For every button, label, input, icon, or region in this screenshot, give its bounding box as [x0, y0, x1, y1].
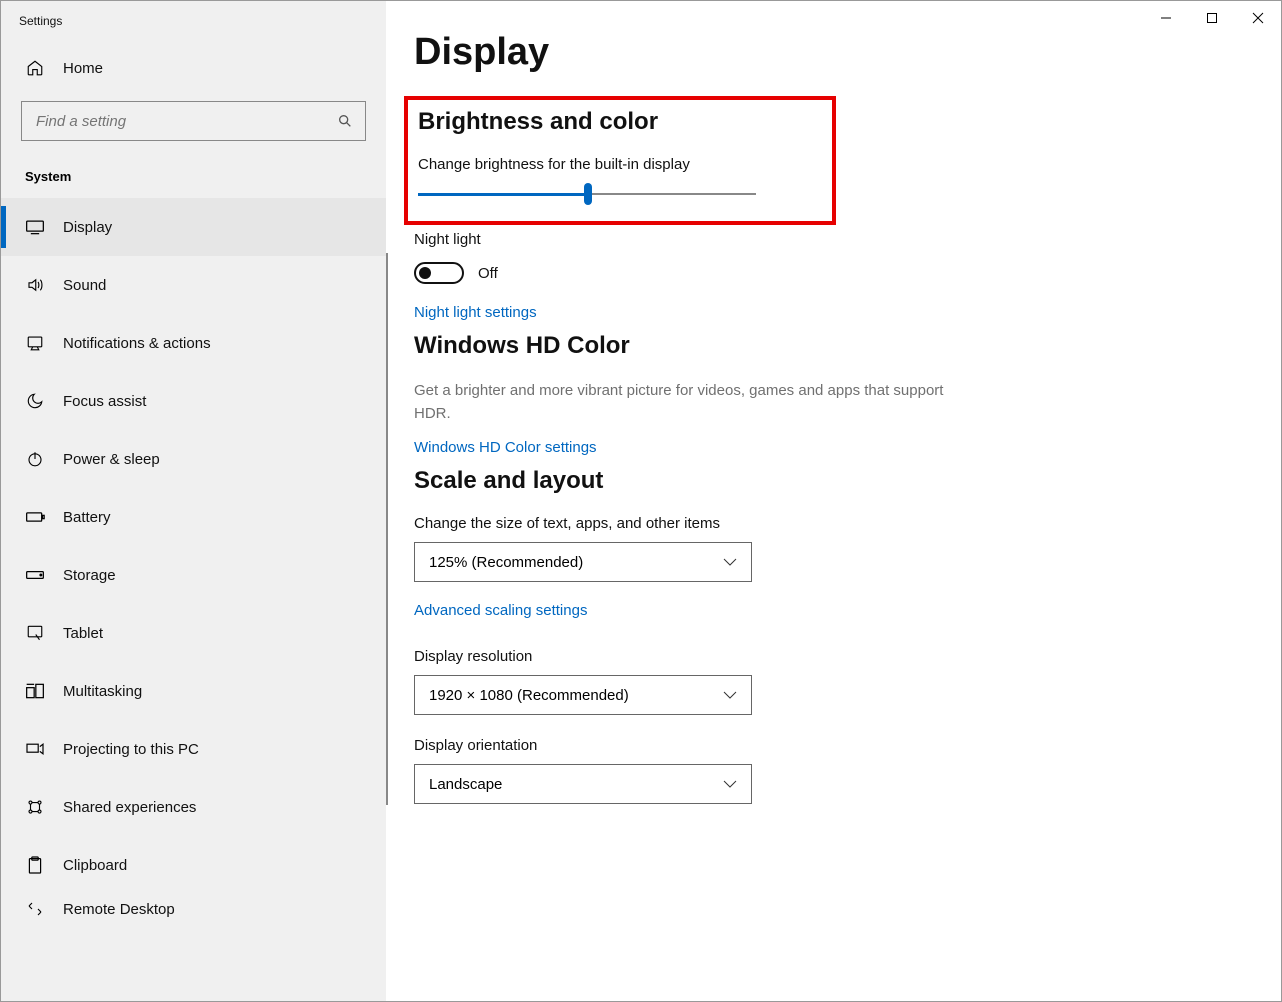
sidebar-item-projecting[interactable]: Projecting to this PC: [1, 720, 386, 778]
home-icon: [25, 59, 45, 77]
battery-icon: [25, 511, 45, 523]
minimize-button[interactable]: [1143, 1, 1189, 35]
sidebar-item-label: Projecting to this PC: [63, 741, 199, 758]
sidebar-item-remotedesktop[interactable]: Remote Desktop: [1, 894, 386, 924]
sidebar-item-tablet[interactable]: Tablet: [1, 604, 386, 662]
shared-icon: [25, 798, 45, 816]
sidebar-item-notifications[interactable]: Notifications & actions: [1, 314, 386, 372]
sidebar-item-multitasking[interactable]: Multitasking: [1, 662, 386, 720]
notifications-icon: [25, 334, 45, 352]
sidebar-nav: Display Sound Notifications & actions Fo…: [1, 198, 386, 1001]
night-light-state: Off: [478, 265, 498, 282]
orientation-dropdown[interactable]: Landscape: [414, 764, 752, 804]
tablet-icon: [25, 624, 45, 642]
search-icon: [325, 113, 365, 129]
scale-dropdown[interactable]: 125% (Recommended): [414, 542, 752, 582]
page-title: Display: [414, 31, 1251, 74]
sidebar-item-shared[interactable]: Shared experiences: [1, 778, 386, 836]
maximize-button[interactable]: [1189, 1, 1235, 35]
remote-icon: [25, 900, 45, 918]
sidebar-item-label: Power & sleep: [63, 451, 160, 468]
highlight-brightness-box: Brightness and color Change brightness f…: [404, 96, 836, 225]
hd-description: Get a brighter and more vibrant picture …: [414, 380, 964, 425]
home-label: Home: [63, 60, 103, 77]
orientation-label: Display orientation: [414, 737, 1251, 754]
chevron-down-icon: [723, 691, 737, 699]
sidebar-item-battery[interactable]: Battery: [1, 488, 386, 546]
content-pane: Display Brightness and color Change brig…: [386, 1, 1281, 1001]
scale-value: 125% (Recommended): [429, 554, 583, 571]
sidebar-item-storage[interactable]: Storage: [1, 546, 386, 604]
category-header: System: [1, 155, 386, 198]
sidebar-item-label: Clipboard: [63, 857, 127, 874]
resolution-label: Display resolution: [414, 648, 1251, 665]
chevron-down-icon: [723, 780, 737, 788]
sidebar-item-focusassist[interactable]: Focus assist: [1, 372, 386, 430]
chevron-down-icon: [723, 558, 737, 566]
sidebar-item-label: Battery: [63, 509, 111, 526]
project-icon: [25, 741, 45, 757]
sound-icon: [25, 276, 45, 294]
window-title: Settings: [1, 1, 386, 41]
sidebar-item-label: Display: [63, 219, 112, 236]
resolution-value: 1920 × 1080 (Recommended): [429, 687, 629, 704]
sidebar-item-label: Notifications & actions: [63, 335, 211, 352]
sidebar-item-sound[interactable]: Sound: [1, 256, 386, 314]
search-input-wrapper[interactable]: [21, 101, 366, 141]
brightness-slider[interactable]: [418, 183, 756, 205]
moon-icon: [25, 392, 45, 410]
section-hdcolor: Windows HD Color: [414, 332, 1251, 360]
multitask-icon: [25, 682, 45, 700]
sidebar-item-powersleep[interactable]: Power & sleep: [1, 430, 386, 488]
sidebar-item-label: Sound: [63, 277, 106, 294]
content-scrollbar[interactable]: [386, 253, 388, 805]
advanced-scaling-link[interactable]: Advanced scaling settings: [414, 602, 587, 619]
section-scale: Scale and layout: [414, 467, 1251, 495]
display-icon: [25, 219, 45, 235]
close-button[interactable]: [1235, 1, 1281, 35]
home-button[interactable]: Home: [1, 41, 386, 95]
sidebar-item-label: Remote Desktop: [63, 901, 175, 918]
sidebar-item-display[interactable]: Display: [1, 198, 386, 256]
night-light-settings-link[interactable]: Night light settings: [414, 304, 537, 321]
slider-thumb[interactable]: [584, 183, 592, 205]
sidebar-item-label: Tablet: [63, 625, 103, 642]
scale-label: Change the size of text, apps, and other…: [414, 515, 1251, 532]
sidebar: Settings Home System Display Sound: [1, 1, 386, 1001]
night-light-toggle[interactable]: [414, 262, 464, 284]
resolution-dropdown[interactable]: 1920 × 1080 (Recommended): [414, 675, 752, 715]
orientation-value: Landscape: [429, 776, 502, 793]
slider-fill: [418, 193, 587, 196]
sidebar-item-label: Storage: [63, 567, 116, 584]
hd-color-settings-link[interactable]: Windows HD Color settings: [414, 439, 597, 456]
storage-icon: [25, 570, 45, 580]
toggle-knob: [419, 267, 431, 279]
sidebar-item-label: Shared experiences: [63, 799, 196, 816]
sidebar-item-label: Multitasking: [63, 683, 142, 700]
brightness-label: Change brightness for the built-in displ…: [418, 156, 832, 173]
sidebar-item-label: Focus assist: [63, 393, 146, 410]
search-input[interactable]: [22, 113, 325, 130]
night-light-label: Night light: [414, 231, 1251, 248]
clipboard-icon: [25, 855, 45, 875]
section-brightness: Brightness and color: [418, 108, 832, 136]
power-icon: [25, 450, 45, 468]
sidebar-item-clipboard[interactable]: Clipboard: [1, 836, 386, 894]
